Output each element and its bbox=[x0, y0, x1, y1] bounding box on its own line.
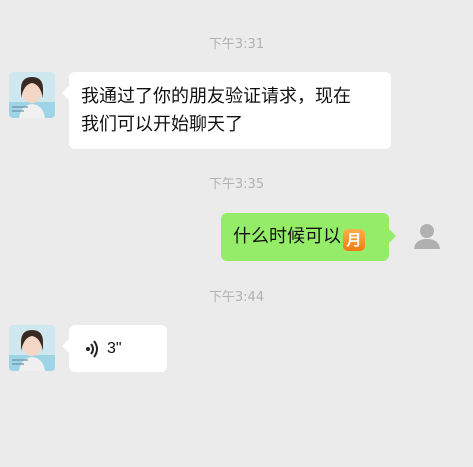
message-text: 什么时候可以 bbox=[233, 226, 341, 247]
voice-wave-icon bbox=[86, 340, 98, 358]
timestamp: 下午3:31 bbox=[208, 37, 265, 52]
message-line: 我们可以开始聊天了 bbox=[81, 114, 243, 135]
voice-message-bubble[interactable]: 3" bbox=[62, 325, 167, 372]
moon-emoji-icon: 月 bbox=[343, 229, 365, 251]
my-avatar[interactable] bbox=[404, 213, 450, 259]
friend-avatar[interactable] bbox=[9, 72, 55, 118]
outgoing-text-bubble[interactable]: 什么时候可以月 bbox=[221, 213, 396, 261]
default-person-icon bbox=[414, 224, 440, 249]
timestamp: 下午3:44 bbox=[208, 290, 265, 305]
friend-avatar[interactable] bbox=[9, 325, 55, 371]
voice-duration: 3" bbox=[107, 340, 122, 357]
message-line: 我通过了你的朋友验证请求，现在 bbox=[81, 86, 351, 107]
timestamp: 下午3:35 bbox=[208, 177, 265, 192]
incoming-text-bubble[interactable]: 我通过了你的朋友验证请求，现在 我们可以开始聊天了 bbox=[62, 72, 391, 149]
